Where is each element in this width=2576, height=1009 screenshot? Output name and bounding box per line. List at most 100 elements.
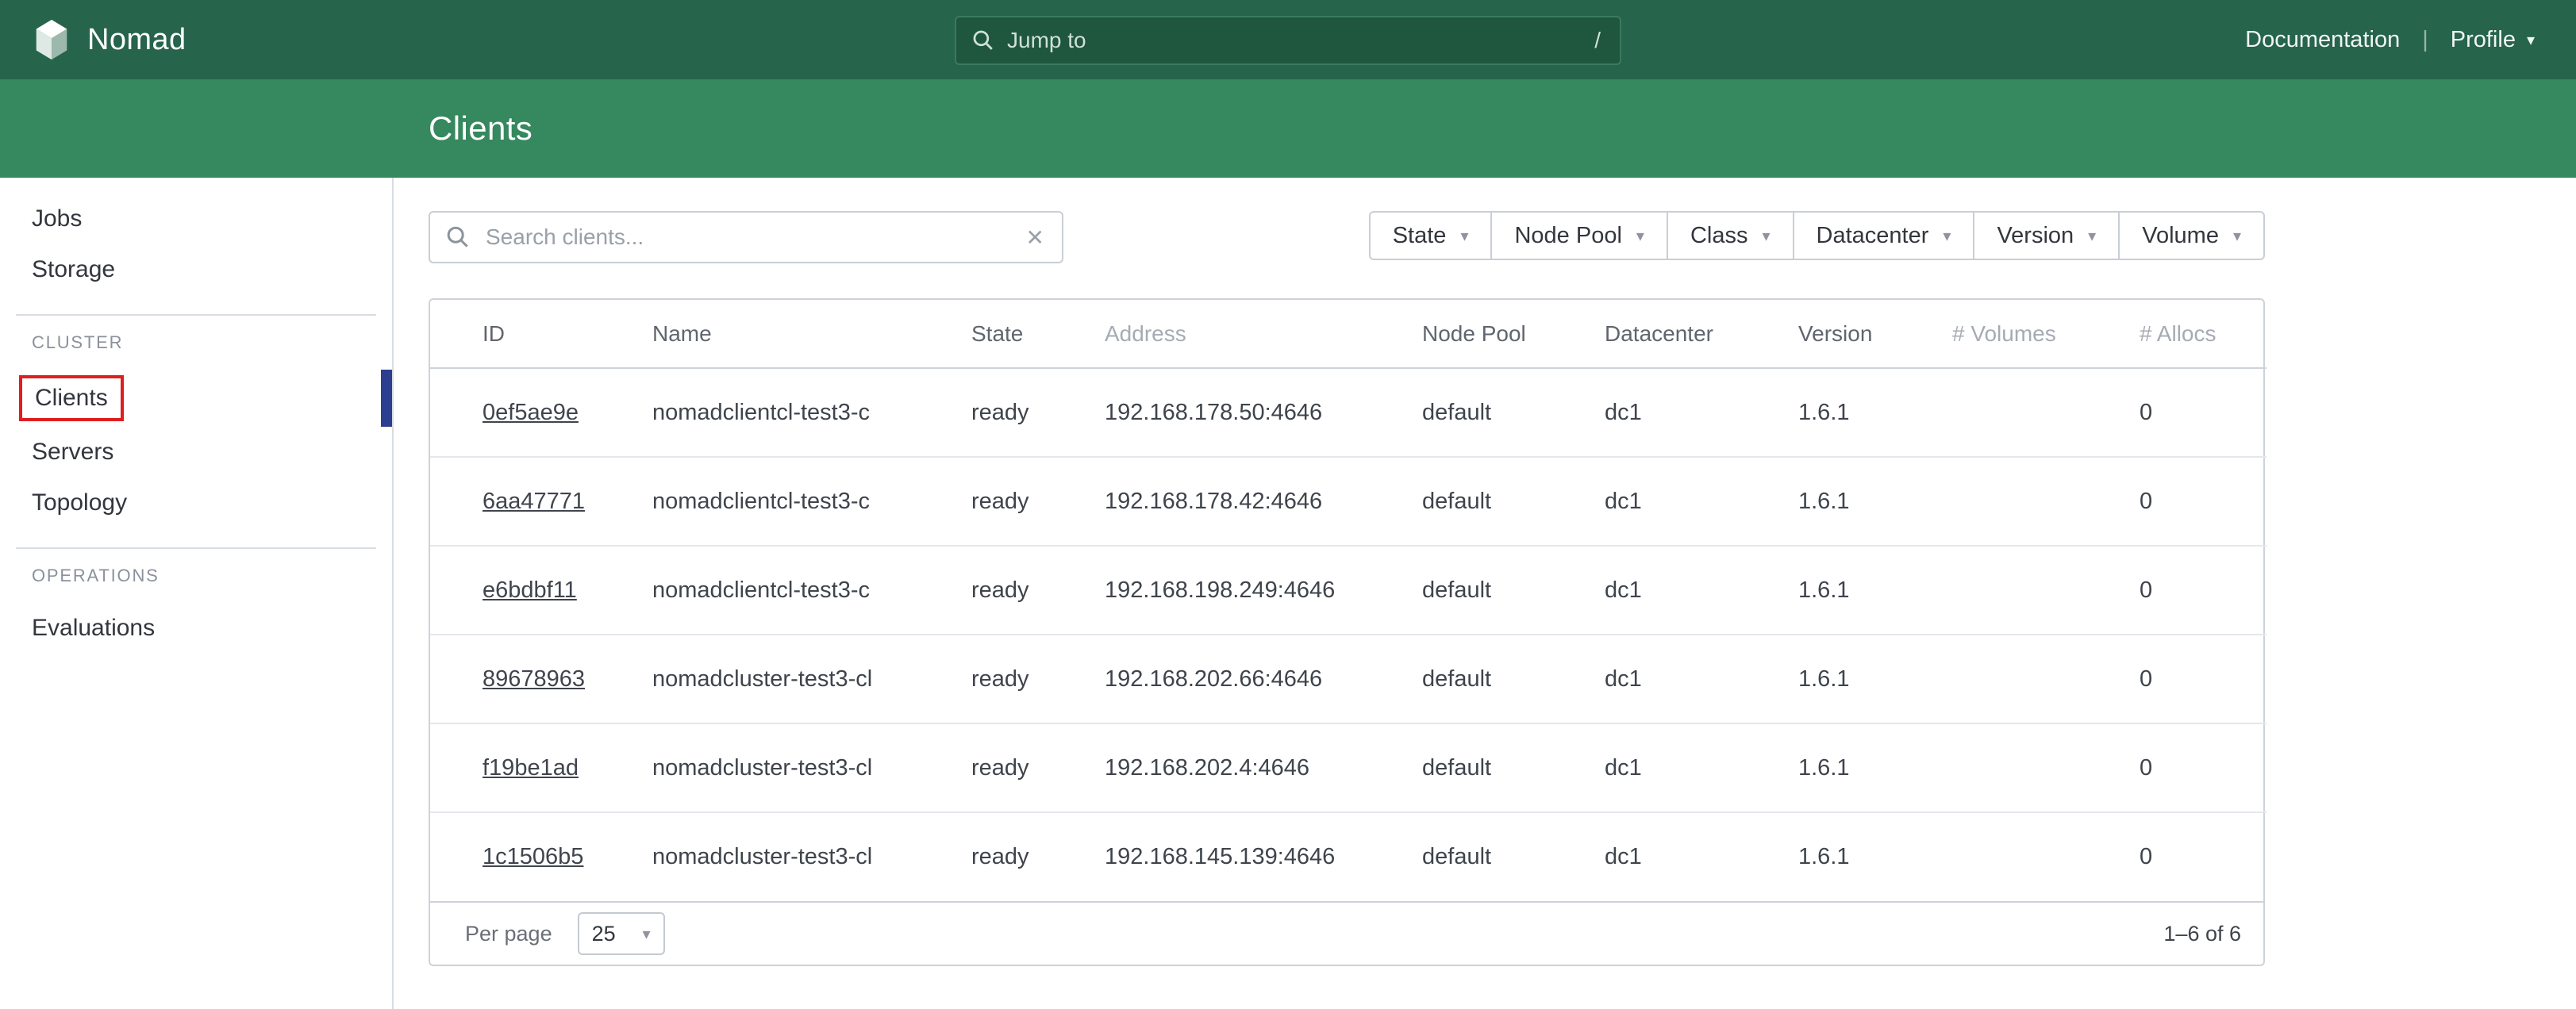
client-version: 1.6.1	[1798, 635, 1952, 723]
brand-name: Nomad	[87, 23, 186, 57]
filter-class[interactable]: Class▾	[1667, 213, 1793, 259]
chevron-down-icon: ▾	[2233, 226, 2241, 246]
chevron-down-icon: ▾	[1943, 226, 1951, 246]
per-page-label: Per page	[465, 922, 552, 946]
filter-version[interactable]: Version▾	[1973, 213, 2118, 259]
sidebar-item-storage[interactable]: Storage	[0, 244, 392, 295]
app-window: Nomad Jump to / Documentation | Profile …	[0, 0, 2576, 1009]
client-state: ready	[971, 457, 1105, 546]
client-version: 1.6.1	[1798, 546, 1952, 635]
client-state: ready	[971, 635, 1105, 723]
client-id-link[interactable]: 6aa47771	[483, 489, 585, 514]
client-id-link[interactable]: e6bdbf11	[483, 577, 577, 603]
client-datacenter: dc1	[1605, 457, 1798, 546]
jump-to-shortcut-hint: /	[1594, 28, 1620, 53]
top-nav: Nomad Jump to / Documentation | Profile …	[0, 0, 2576, 79]
column-header-datacenter[interactable]: Datacenter	[1605, 300, 1798, 368]
client-name: nomadcluster-test3-cl	[652, 812, 971, 901]
client-id-link[interactable]: f19be1ad	[483, 755, 579, 781]
brand[interactable]: Nomad	[0, 18, 186, 61]
filter-bar: State▾ Node Pool▾ Class▾ Datacenter▾ Ver…	[1369, 211, 2265, 260]
client-address: 192.168.202.4:4646	[1105, 723, 1422, 812]
client-state: ready	[971, 723, 1105, 812]
column-header-allocs[interactable]: # Allocs	[2140, 300, 2266, 368]
client-version: 1.6.1	[1798, 723, 1952, 812]
sidebar: Jobs Storage CLUSTER Clients Servers Top…	[0, 178, 394, 1009]
client-row[interactable]: f19be1ad nomadcluster-test3-cl ready 192…	[430, 723, 2266, 812]
toolbar: ✕ State▾ Node Pool▾ Class▾ Datacenter▾ V…	[429, 211, 2265, 263]
client-name: nomadclientcl-test3-c	[652, 546, 971, 635]
clients-search-input[interactable]	[483, 223, 1009, 251]
sidebar-item-jobs[interactable]: Jobs	[0, 194, 392, 244]
clear-search-icon[interactable]: ✕	[1026, 224, 1044, 251]
annotation-highlight-box: Clients	[19, 375, 124, 421]
client-allocs: 0	[2140, 546, 2266, 635]
client-address: 192.168.198.249:4646	[1105, 546, 1422, 635]
client-datacenter: dc1	[1605, 368, 1798, 457]
client-row[interactable]: 89678963 nomadcluster-test3-cl ready 192…	[430, 635, 2266, 723]
client-id-link[interactable]: 89678963	[483, 666, 585, 692]
profile-menu[interactable]: Profile ▾	[2451, 27, 2535, 53]
page-title: Clients	[429, 109, 533, 148]
filter-node-pool[interactable]: Node Pool▾	[1490, 213, 1666, 259]
filter-datacenter[interactable]: Datacenter▾	[1793, 213, 1974, 259]
documentation-link[interactable]: Documentation	[2245, 27, 2400, 53]
client-allocs: 0	[2140, 368, 2266, 457]
sidebar-item-topology[interactable]: Topology	[0, 478, 392, 528]
client-volumes	[1952, 368, 2140, 457]
client-volumes	[1952, 635, 2140, 723]
client-datacenter: dc1	[1605, 812, 1798, 901]
client-version: 1.6.1	[1798, 457, 1952, 546]
client-node-pool: default	[1422, 368, 1605, 457]
table-footer: Per page 25 ▾ 1–6 of 6	[430, 901, 2263, 965]
client-node-pool: default	[1422, 723, 1605, 812]
client-row[interactable]: 6aa47771 nomadclientcl-test3-c ready 192…	[430, 457, 2266, 546]
filter-state[interactable]: State▾	[1371, 213, 1491, 259]
client-address: 192.168.178.50:4646	[1105, 368, 1422, 457]
per-page-select[interactable]: 25 ▾	[578, 912, 665, 955]
column-header-version[interactable]: Version	[1798, 300, 1952, 368]
client-name: nomadclientcl-test3-c	[652, 368, 971, 457]
pagination-range: 1–6 of 6	[2163, 922, 2241, 946]
nomad-logo-icon	[32, 18, 71, 61]
sidebar-item-servers[interactable]: Servers	[0, 427, 392, 478]
column-header-state[interactable]: State	[971, 300, 1105, 368]
client-row[interactable]: e6bdbf11 nomadclientcl-test3-c ready 192…	[430, 546, 2266, 635]
client-name: nomadcluster-test3-cl	[652, 723, 971, 812]
profile-menu-label: Profile	[2451, 27, 2516, 53]
clients-table: ID Name State Address Node Pool Datacent…	[429, 298, 2265, 966]
client-datacenter: dc1	[1605, 723, 1798, 812]
client-name: nomadcluster-test3-cl	[652, 635, 971, 723]
search-icon	[446, 225, 470, 249]
client-node-pool: default	[1422, 457, 1605, 546]
sidebar-section-cluster: CLUSTER	[0, 332, 392, 354]
column-header-node-pool[interactable]: Node Pool	[1422, 300, 1605, 368]
jump-to-search[interactable]: Jump to /	[955, 16, 1621, 65]
table-header-row: ID Name State Address Node Pool Datacent…	[430, 300, 2266, 368]
column-header-address[interactable]: Address	[1105, 300, 1422, 368]
client-name: nomadclientcl-test3-c	[652, 457, 971, 546]
client-state: ready	[971, 812, 1105, 901]
sidebar-divider	[16, 547, 376, 549]
client-allocs: 0	[2140, 635, 2266, 723]
page-header: Clients	[0, 79, 2576, 178]
client-allocs: 0	[2140, 812, 2266, 901]
client-state: ready	[971, 546, 1105, 635]
sidebar-item-clients[interactable]: Clients	[0, 370, 392, 427]
client-datacenter: dc1	[1605, 546, 1798, 635]
client-row[interactable]: 0ef5ae9e nomadclientcl-test3-c ready 192…	[430, 368, 2266, 457]
chevron-down-icon: ▾	[643, 924, 651, 944]
chevron-down-icon: ▾	[1636, 226, 1644, 246]
client-datacenter: dc1	[1605, 635, 1798, 723]
filter-volume[interactable]: Volume▾	[2118, 213, 2263, 259]
column-header-volumes[interactable]: # Volumes	[1952, 300, 2140, 368]
client-allocs: 0	[2140, 457, 2266, 546]
client-volumes	[1952, 723, 2140, 812]
client-id-link[interactable]: 0ef5ae9e	[483, 400, 579, 425]
client-id-link[interactable]: 1c1506b5	[483, 844, 583, 869]
client-state: ready	[971, 368, 1105, 457]
column-header-id[interactable]: ID	[430, 300, 652, 368]
column-header-name[interactable]: Name	[652, 300, 971, 368]
client-row[interactable]: 1c1506b5 nomadcluster-test3-cl ready 192…	[430, 812, 2266, 901]
sidebar-item-evaluations[interactable]: Evaluations	[0, 603, 392, 654]
